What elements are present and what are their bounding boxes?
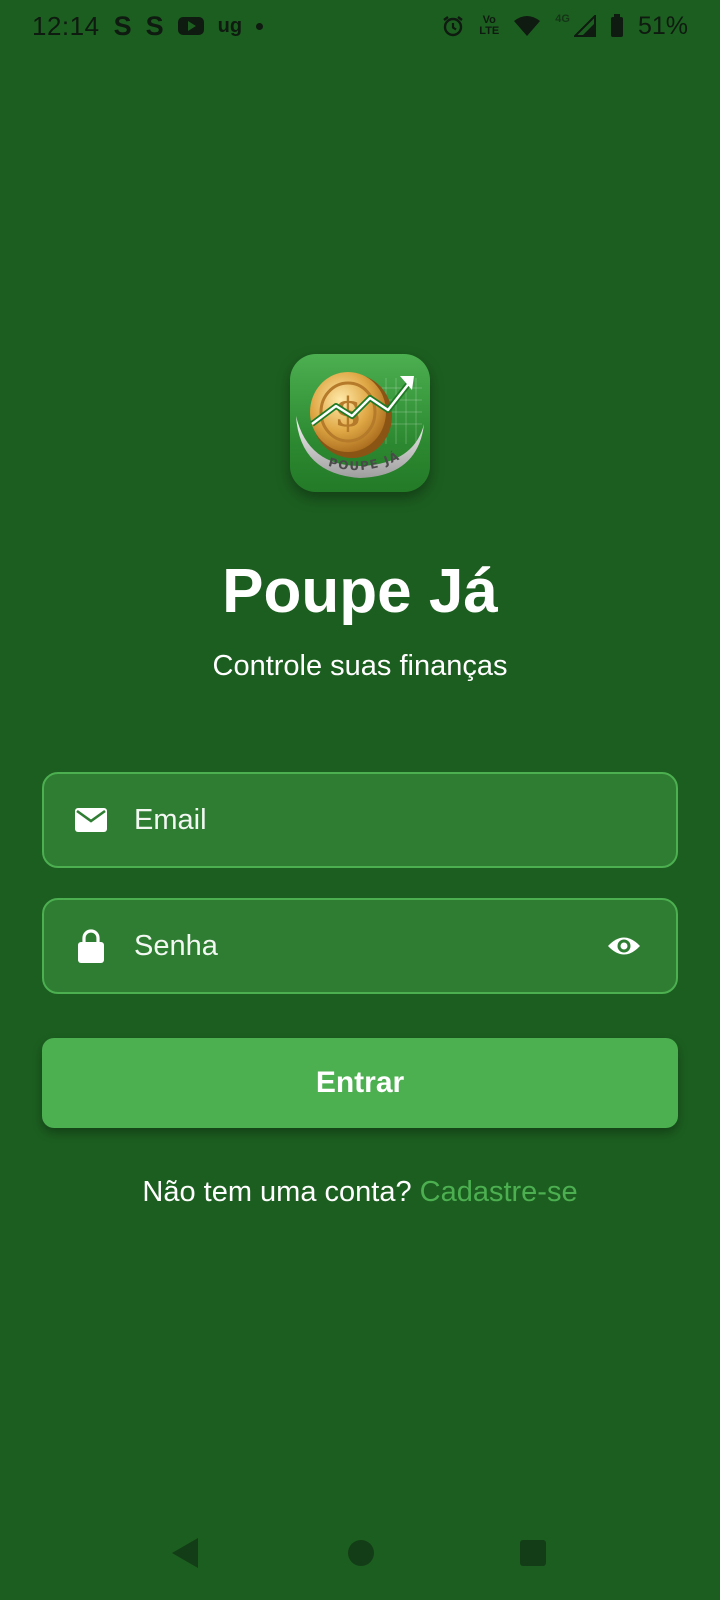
status-bar: 12:14 S S ug Vo LTE 4G 51% xyxy=(0,0,720,52)
email-input[interactable] xyxy=(134,790,676,850)
email-field[interactable] xyxy=(42,772,678,868)
wifi-icon xyxy=(514,16,541,36)
signal-icon xyxy=(573,15,596,37)
status-right: Vo LTE 4G 51% xyxy=(441,12,688,41)
youtube-icon xyxy=(177,17,204,35)
signup-prompt-text: Não tem uma conta? xyxy=(142,1176,412,1208)
lock-icon xyxy=(74,929,108,963)
password-field[interactable] xyxy=(42,898,678,994)
app-subtitle: Controle suas finanças xyxy=(212,650,508,682)
login-button[interactable]: Entrar xyxy=(42,1038,678,1128)
home-nav-icon[interactable] xyxy=(348,1540,374,1566)
volte-icon: Vo LTE xyxy=(479,15,499,37)
ug-notification-icon: ug xyxy=(217,15,243,37)
recents-nav-icon[interactable] xyxy=(520,1540,546,1566)
battery-percent: 51% xyxy=(637,11,688,40)
password-input[interactable] xyxy=(134,916,602,976)
notification-s-icon: S xyxy=(113,10,132,41)
app-logo: $ POUPE JÁ xyxy=(290,354,430,492)
alarm-icon xyxy=(443,16,464,37)
show-password-eye-icon[interactable] xyxy=(602,924,646,968)
navigation-bar xyxy=(0,1520,720,1600)
email-icon xyxy=(74,803,108,837)
app-title: Poupe Já xyxy=(222,557,498,626)
volte-bottom-label: LTE xyxy=(479,25,500,37)
status-time: 12:14 xyxy=(32,10,100,41)
status-left: 12:14 S S ug xyxy=(32,10,264,42)
more-notifications-dot-icon xyxy=(256,22,264,30)
notification-s-icon: S xyxy=(145,10,164,41)
coin-growth-logo-icon: $ POUPE JÁ xyxy=(296,372,424,478)
signup-prompt: Não tem uma conta? Cadastre-se xyxy=(0,1176,720,1209)
network-type-label: 4G xyxy=(555,13,570,25)
back-nav-icon[interactable] xyxy=(172,1538,198,1568)
signup-link[interactable]: Cadastre-se xyxy=(420,1176,578,1208)
login-screen: 12:14 S S ug Vo LTE 4G 51% $ POUPE JÁ Po… xyxy=(0,0,720,1600)
battery-icon xyxy=(610,14,623,37)
